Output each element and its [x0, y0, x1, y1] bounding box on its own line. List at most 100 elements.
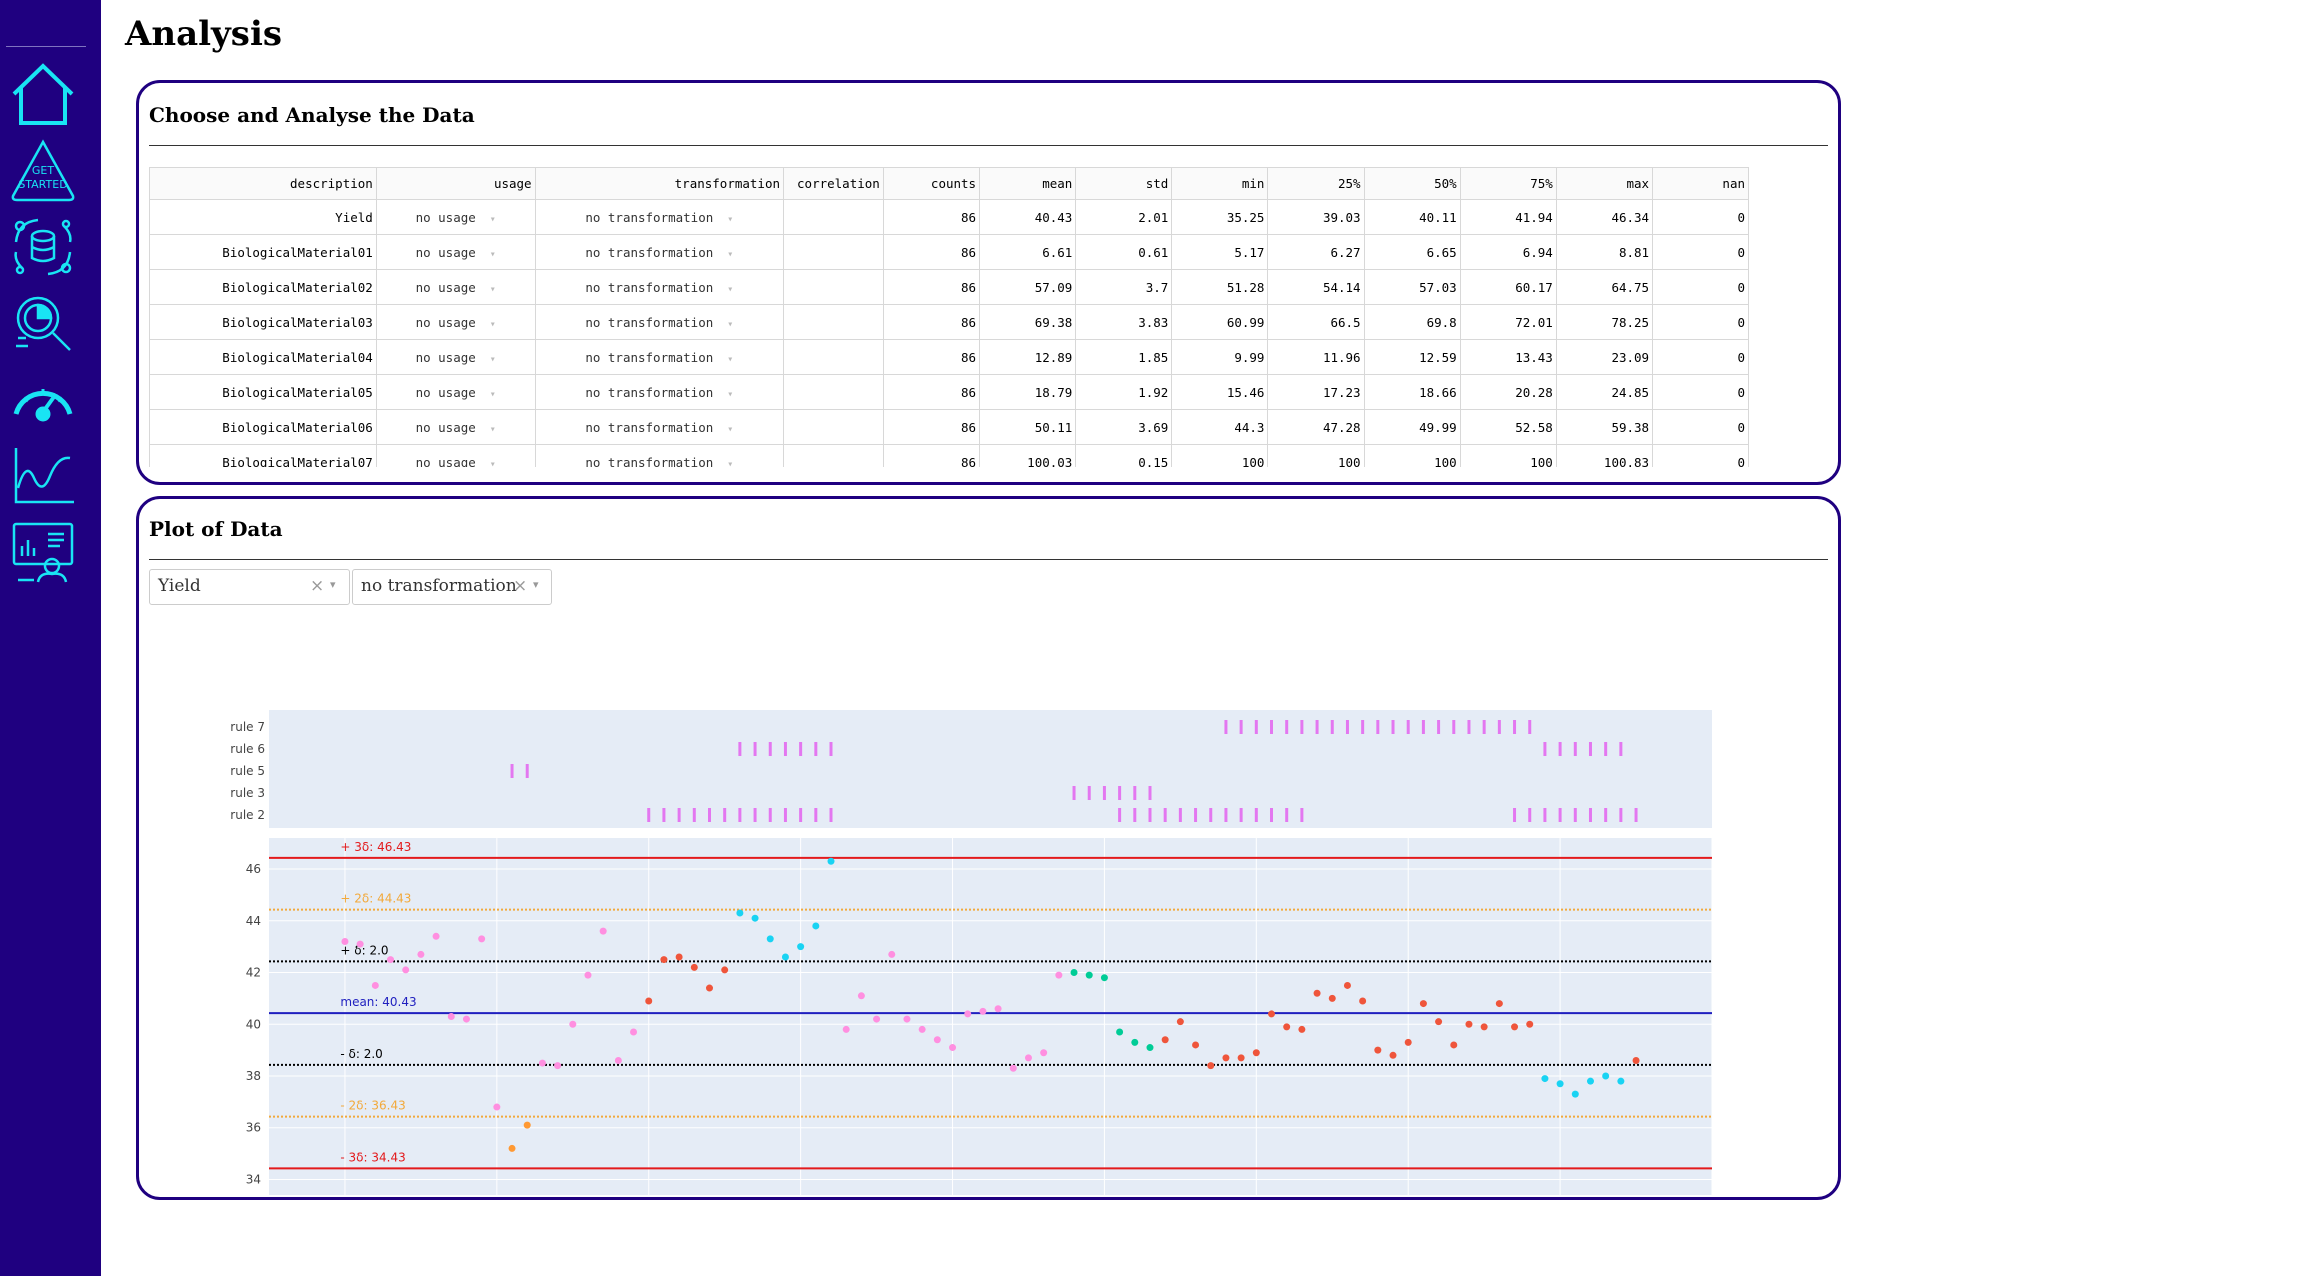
data-point: [949, 1044, 957, 1052]
cell-50pct: 40.11: [1363, 199, 1461, 235]
y-tick-label: 36: [246, 1121, 261, 1135]
usage-dropdown[interactable]: no usage ▾: [375, 374, 536, 410]
chevron-down-icon[interactable]: ▾: [490, 284, 496, 295]
chevron-down-icon[interactable]: ▾: [490, 214, 496, 225]
cell-std: 3.7: [1075, 269, 1173, 305]
data-point: [508, 1144, 516, 1152]
rule-label: rule 3: [230, 786, 265, 800]
column-header: transformation: [534, 167, 785, 200]
data-point: [645, 997, 653, 1005]
chevron-down-icon[interactable]: ▾: [727, 284, 733, 295]
cell-min: 35.25: [1171, 199, 1269, 235]
control-chart[interactable]: rule 7rule 6rule 5rule 3rule 20102030405…: [139, 499, 1839, 1199]
usage-dropdown[interactable]: no usage ▾: [375, 409, 536, 445]
data-point: [918, 1025, 926, 1033]
cell-description: BiologicalMaterial03: [149, 304, 377, 340]
cell-75pct: 60.17: [1459, 269, 1557, 305]
transformation-dropdown[interactable]: no transformation ▾: [534, 234, 785, 270]
column-header: std: [1075, 167, 1173, 200]
chevron-down-icon[interactable]: ▾: [490, 459, 496, 468]
data-point: [371, 981, 379, 989]
rule-label: rule 2: [230, 808, 265, 822]
chevron-down-icon[interactable]: ▾: [490, 354, 496, 365]
usage-dropdown[interactable]: no usage ▾: [375, 199, 536, 235]
cell-counts: 86: [882, 199, 981, 235]
cell-description: BiologicalMaterial05: [149, 374, 377, 410]
line-chart-icon[interactable]: [8, 440, 78, 510]
column-header: counts: [882, 167, 981, 200]
data-point: [1298, 1025, 1306, 1033]
control-limit-label: - 3δ: 34.43: [340, 1150, 405, 1164]
chevron-down-icon[interactable]: ▾: [727, 249, 733, 260]
data-point: [751, 914, 759, 922]
table-row: BiologicalMaterial03 no usage ▾ no transfor…: [149, 304, 1749, 340]
transformation-dropdown[interactable]: no transformation ▾: [534, 409, 785, 445]
stats-table-scroll[interactable]: description usage transformation correlatio…: [149, 167, 1749, 467]
cell-min: 44.3: [1171, 409, 1269, 445]
data-point: [1176, 1018, 1184, 1026]
data-point: [447, 1013, 455, 1020]
cell-nan: 0: [1652, 409, 1749, 445]
data-point: [614, 1056, 622, 1064]
cell-max: 8.81: [1555, 234, 1654, 270]
usage-dropdown[interactable]: no usage ▾: [375, 269, 536, 305]
cell-counts: 86: [882, 409, 981, 445]
usage-dropdown[interactable]: no usage ▾: [375, 234, 536, 270]
data-icon[interactable]: [8, 212, 78, 282]
svg-text:STARTED: STARTED: [18, 178, 67, 191]
data-point: [1100, 974, 1108, 982]
chevron-down-icon[interactable]: ▾: [490, 389, 496, 400]
chevron-down-icon[interactable]: ▾: [727, 389, 733, 400]
control-limit-label: mean: 40.43: [340, 995, 416, 1009]
dropdown-value: no transformation: [585, 384, 714, 400]
transformation-dropdown[interactable]: no transformation ▾: [534, 444, 785, 468]
control-limit-label: - 2δ: 36.43: [340, 1099, 405, 1113]
cell-max: 78.25: [1555, 304, 1654, 340]
usage-dropdown[interactable]: no usage ▾: [375, 339, 536, 375]
chevron-down-icon[interactable]: ▾: [490, 424, 496, 435]
chevron-down-icon[interactable]: ▾: [727, 459, 733, 468]
transformation-dropdown[interactable]: no transformation ▾: [534, 374, 785, 410]
rule-label: rule 7: [230, 720, 265, 734]
cell-mean: 100.03: [979, 444, 1077, 467]
cell-mean: 50.11: [979, 409, 1077, 445]
data-point: [1556, 1080, 1564, 1088]
data-point: [964, 1010, 972, 1018]
dashboard-icon[interactable]: [8, 516, 78, 586]
table-row: BiologicalMaterial06 no usage ▾ no transfor…: [149, 409, 1749, 445]
gauge-icon[interactable]: [8, 364, 78, 434]
stats-table: description usage transformation correlatio…: [149, 167, 1749, 467]
rule-label: rule 6: [230, 742, 265, 756]
cell-counts: 86: [882, 444, 981, 467]
data-point: [660, 956, 668, 964]
data-point: [1495, 1000, 1503, 1008]
data-point: [994, 1005, 1002, 1013]
cell-75pct: 6.94: [1459, 234, 1557, 270]
data-point: [903, 1015, 911, 1023]
usage-dropdown[interactable]: no usage ▾: [375, 304, 536, 340]
chevron-down-icon[interactable]: ▾: [727, 424, 733, 435]
data-point: [736, 909, 744, 917]
dropdown-value: no transformation: [585, 349, 714, 365]
transformation-dropdown[interactable]: no transformation ▾: [534, 199, 785, 235]
chevron-down-icon[interactable]: ▾: [490, 249, 496, 260]
chevron-down-icon[interactable]: ▾: [727, 214, 733, 225]
dropdown-value: no transformation: [585, 314, 714, 330]
dropdown-value: no transformation: [585, 279, 714, 295]
control-limit-label: + 2δ: 44.43: [340, 892, 411, 906]
data-point: [599, 927, 607, 935]
search-analysis-icon[interactable]: [8, 288, 78, 358]
chevron-down-icon[interactable]: ▾: [727, 319, 733, 330]
chevron-down-icon[interactable]: ▾: [727, 354, 733, 365]
transformation-dropdown[interactable]: no transformation ▾: [534, 269, 785, 305]
y-tick-label: 46: [246, 862, 261, 876]
chevron-down-icon[interactable]: ▾: [490, 319, 496, 330]
get-started-icon[interactable]: GET STARTED: [8, 136, 78, 206]
home-icon[interactable]: [8, 60, 78, 130]
transformation-dropdown[interactable]: no transformation ▾: [534, 304, 785, 340]
transformation-dropdown[interactable]: no transformation ▾: [534, 339, 785, 375]
dropdown-value: no transformation: [585, 454, 714, 468]
plot-background: [269, 838, 1712, 1195]
data-point: [827, 857, 835, 865]
usage-dropdown[interactable]: no usage ▾: [375, 444, 536, 468]
